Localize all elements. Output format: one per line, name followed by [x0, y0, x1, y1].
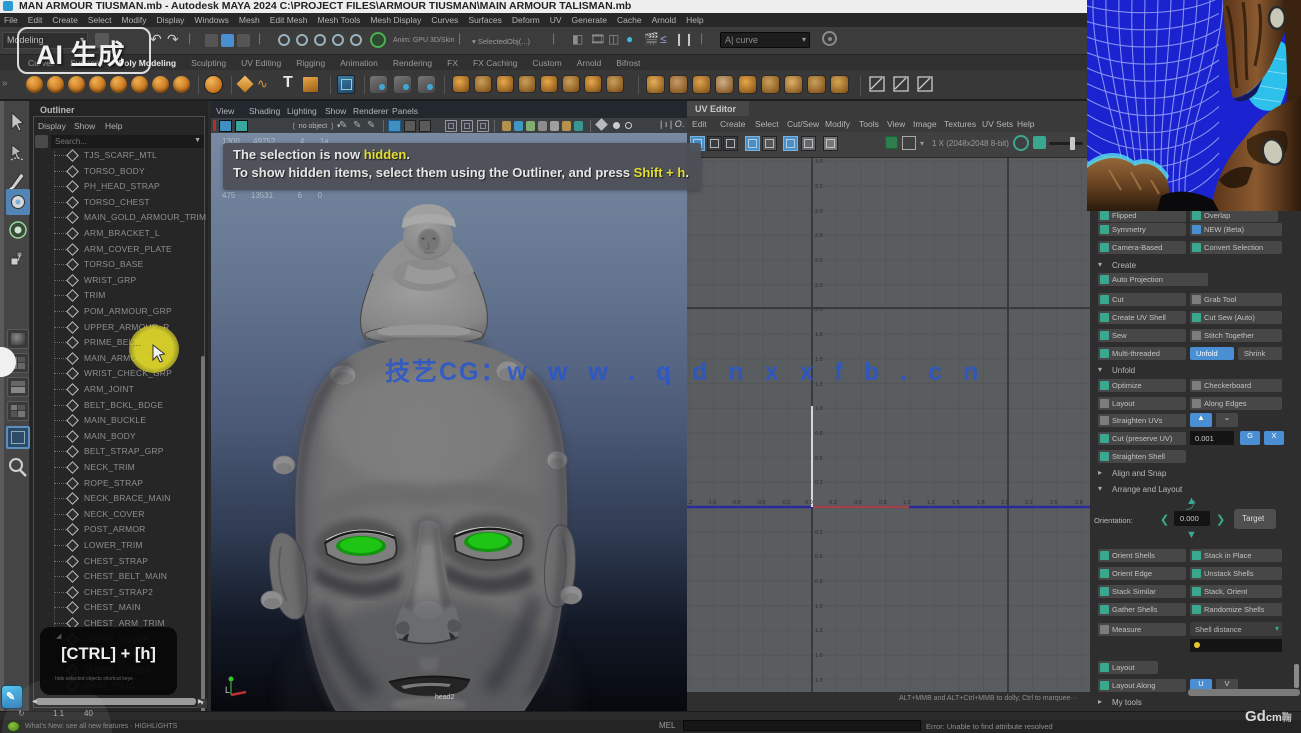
svg-text:3.5: 3.5 [815, 159, 823, 165]
svg-text:0.2: 0.2 [815, 480, 823, 486]
svg-text:1.8: 1.8 [815, 332, 823, 338]
svg-text:0.2: 0.2 [815, 530, 823, 536]
svg-text:2.2: 2.2 [815, 283, 823, 289]
svg-text:0.0: 0.0 [805, 500, 813, 506]
svg-text:1.5: 1.5 [815, 653, 823, 659]
svg-text:0.8: 0.8 [879, 500, 887, 506]
svg-text:0.5: 0.5 [815, 456, 823, 462]
svg-text:2.2: 2.2 [1025, 500, 1033, 506]
svg-text:-0.8: -0.8 [731, 500, 740, 506]
svg-text:2.0: 2.0 [815, 307, 823, 313]
svg-text:-0.2: -0.2 [781, 500, 790, 506]
svg-text:2.5: 2.5 [1050, 500, 1058, 506]
svg-text:2.5: 2.5 [815, 258, 823, 264]
svg-text:0.5: 0.5 [854, 500, 862, 506]
svg-text:0.2: 0.2 [829, 500, 837, 506]
svg-text:3.0: 3.0 [815, 209, 823, 215]
svg-text:1.0: 1.0 [903, 500, 911, 506]
svg-text:0.8: 0.8 [815, 579, 823, 585]
svg-text:-1.2: -1.2 [687, 500, 692, 506]
svg-text:head2: head2 [435, 694, 455, 701]
svg-text:1.8: 1.8 [977, 500, 985, 506]
svg-text:1.0: 1.0 [815, 406, 823, 412]
svg-text:1.7: 1.7 [815, 678, 823, 684]
svg-text:0.8: 0.8 [815, 431, 823, 437]
svg-text:2.8: 2.8 [1075, 500, 1083, 506]
svg-text:0.5: 0.5 [815, 554, 823, 560]
svg-text:1.5: 1.5 [952, 500, 960, 506]
svg-text:2.0: 2.0 [1001, 500, 1009, 506]
svg-text:-0.5: -0.5 [756, 500, 765, 506]
svg-text:1.2: 1.2 [927, 500, 935, 506]
svg-text:-1.0: -1.0 [707, 500, 716, 506]
svg-text:3.2: 3.2 [815, 184, 823, 190]
svg-text:1.0: 1.0 [815, 604, 823, 610]
svg-text:2.8: 2.8 [815, 233, 823, 239]
svg-text:1.2: 1.2 [815, 628, 823, 634]
svg-text:L: L [225, 685, 230, 695]
